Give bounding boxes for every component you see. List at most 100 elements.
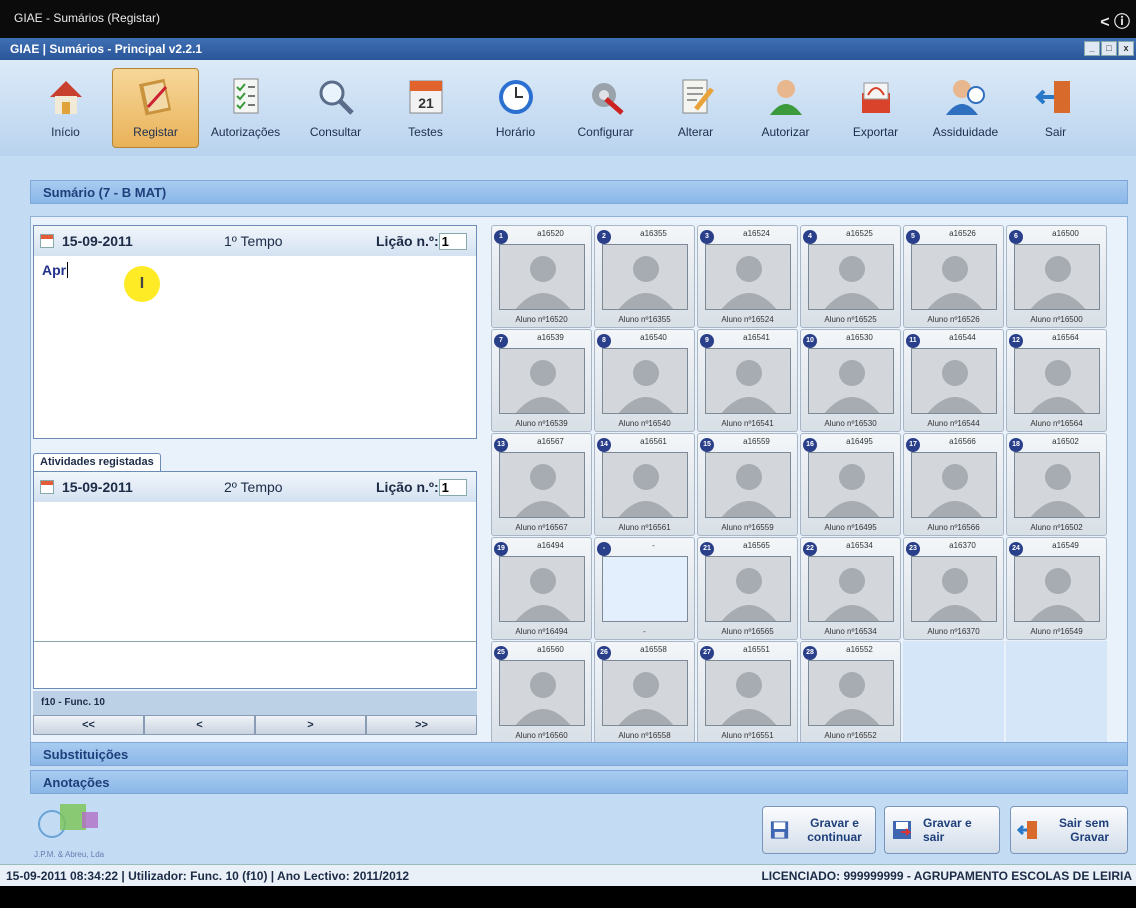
toolbar-button-0[interactable]: Início [22,68,109,148]
student-card[interactable]: 28 a16552 Aluno nº16552 [800,641,901,744]
student-card[interactable]: 5 a16526 Aluno nº16526 [903,225,1004,328]
nav-button-0[interactable]: << [33,715,144,735]
student-card[interactable]: 27 a16551 Aluno nº16551 [697,641,798,744]
nav-button-3[interactable]: >> [366,715,477,735]
toolbar-button-3[interactable]: Consultar [292,68,379,148]
student-card[interactable]: 7 a16539 Aluno nº16539 [491,329,592,432]
student-card[interactable]: 12 a16564 Aluno nº16564 [1006,329,1107,432]
user-clock-icon [944,75,988,119]
student-grid: 1 a16520 Aluno nº16520 2 a16355 Aluno nº16355… [491,225,1107,744]
student-card[interactable]: 11 a16544 Aluno nº16544 [903,329,1004,432]
lesson-2-tempo: 2º Tempo [224,479,283,495]
nav-button-1[interactable]: < [144,715,255,735]
student-card[interactable]: 13 a16567 Aluno nº16567 [491,433,592,536]
student-card[interactable]: 17 a16566 Aluno nº16566 [903,433,1004,536]
app-window: GIAE | Sumários - Principal v2.2.1 _ □ x… [0,38,1136,886]
toolbar-button-4[interactable]: 21 Testes [382,68,469,148]
student-photo [911,452,997,518]
notebook-icon [134,75,178,119]
toolbar-button-10[interactable]: Assiduidade [922,68,1009,148]
lesson-2-date: 15-09-2011 [62,479,133,495]
student-photo [499,660,585,726]
minimize-icon[interactable]: _ [1084,41,1100,56]
student-id: a16564 [1052,333,1079,342]
substituicoes-section-header[interactable]: Substituições [30,742,1128,766]
lesson-1-text: Apr [42,262,67,278]
student-id: a16500 [1052,229,1079,238]
student-card[interactable]: 24 a16549 Aluno nº16549 [1006,537,1107,640]
student-number-badge: 9 [700,334,714,348]
student-photo [808,660,894,726]
student-id: a16549 [1052,541,1079,550]
status-left: 15-09-2011 08:34:22 | Utilizador: Func. … [6,869,410,883]
toolbar-button-7[interactable]: Alterar [652,68,739,148]
student-card[interactable]: 21 a16565 Aluno nº16565 [697,537,798,640]
calendar-icon[interactable] [40,234,54,248]
student-label: Aluno nº16500 [1030,315,1083,324]
student-photo [602,660,688,726]
student-card[interactable]: 10 a16530 Aluno nº16530 [800,329,901,432]
student-label: Aluno nº16560 [515,731,568,740]
summary-section-header[interactable]: Sumário (7 - B MAT) [30,180,1128,204]
toolbar-button-2[interactable]: Autorizações [202,68,289,148]
student-card[interactable]: - - - [594,537,695,640]
toolbar-button-1[interactable]: Registar [112,68,199,148]
lesson-1-header: 15-09-2011 1º Tempo Lição n.º: [34,226,476,256]
anotacoes-section-header[interactable]: Anotações [30,770,1128,794]
gravar-continuar-button[interactable]: Gravar e continuar [762,806,876,854]
student-number-badge: 25 [494,646,508,660]
student-card[interactable]: 4 a16525 Aluno nº16525 [800,225,901,328]
nav-button-2[interactable]: > [255,715,366,735]
student-label: Aluno nº16564 [1030,419,1083,428]
gravar-continuar-label: Gravar e continuar [807,816,862,844]
student-label: Aluno nº16495 [824,523,877,532]
svg-text:21: 21 [418,95,434,111]
student-number-badge: 14 [597,438,611,452]
lesson-1-panel: 15-09-2011 1º Tempo Lição n.º: Apr I [33,225,477,439]
student-card[interactable]: 9 a16541 Aluno nº16541 [697,329,798,432]
student-number-badge: 4 [803,230,817,244]
maximize-icon[interactable]: □ [1101,41,1117,56]
student-card[interactable]: 8 a16540 Aluno nº16540 [594,329,695,432]
close-icon[interactable]: x [1118,41,1134,56]
toolbar-button-5[interactable]: Horário [472,68,559,148]
tab-atividades-registadas[interactable]: Atividades registadas [33,453,161,471]
student-card[interactable]: 16 a16495 Aluno nº16495 [800,433,901,536]
student-card[interactable]: 26 a16558 Aluno nº16558 [594,641,695,744]
student-photo [808,556,894,622]
student-number-badge: 23 [906,542,920,556]
toolbar-label: Consultar [309,125,362,139]
toolbar-label: Início [51,125,80,139]
lesson-1-licao-input[interactable] [438,232,467,250]
summary-section-title: Sumário (7 - B MAT) [43,185,167,200]
student-photo [808,452,894,518]
student-card[interactable]: 22 a16534 Aluno nº16534 [800,537,901,640]
student-card[interactable]: 18 a16502 Aluno nº16502 [1006,433,1107,536]
student-card[interactable]: 25 a16560 Aluno nº16560 [491,641,592,744]
toolbar-button-8[interactable]: Autorizar [742,68,829,148]
student-id: a16370 [949,541,976,550]
student-card[interactable]: 1 a16520 Aluno nº16520 [491,225,592,328]
lesson-2-notes-area[interactable] [34,642,476,682]
student-card[interactable]: 15 a16559 Aluno nº16559 [697,433,798,536]
student-photo [808,244,894,310]
lesson-2-licao-input[interactable] [438,478,467,496]
toolbar-button-11[interactable]: Sair [1012,68,1099,148]
lesson-2-text-area[interactable] [34,502,476,642]
student-card[interactable]: 6 a16500 Aluno nº16500 [1006,225,1107,328]
lesson-1-text-area[interactable]: Apr I [34,256,476,438]
student-card[interactable]: 19 a16494 Aluno nº16494 [491,537,592,640]
student-id: a16540 [640,333,667,342]
student-card[interactable]: 3 a16524 Aluno nº16524 [697,225,798,328]
sair-sem-gravar-button[interactable]: Sair sem Gravar [1010,806,1128,854]
student-number-badge: 10 [803,334,817,348]
student-card[interactable]: 23 a16370 Aluno nº16370 [903,537,1004,640]
toolbar-button-9[interactable]: Exportar [832,68,919,148]
toolbar-button-6[interactable]: Configurar [562,68,649,148]
student-card[interactable]: 14 a16561 Aluno nº16561 [594,433,695,536]
lesson-1-tempo: 1º Tempo [224,233,283,249]
calendar-icon[interactable] [40,480,54,494]
student-card[interactable]: 2 a16355 Aluno nº16355 [594,225,695,328]
gravar-sair-button[interactable]: Gravar e sair [884,806,1000,854]
share-info-icon[interactable]: < ⓘ [1100,8,1130,32]
